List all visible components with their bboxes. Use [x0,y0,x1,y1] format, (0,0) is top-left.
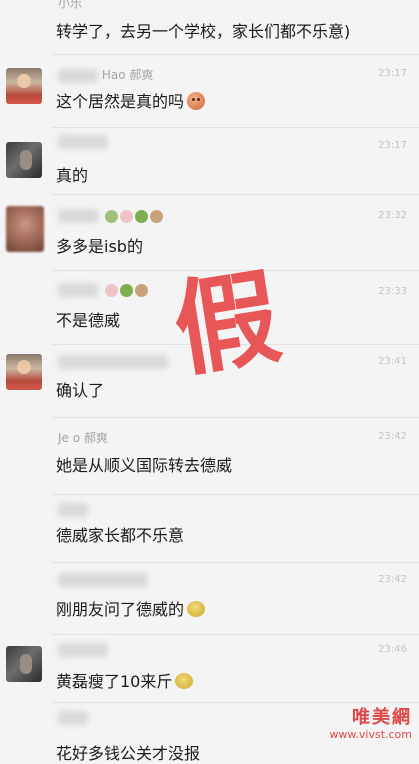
blurred-name [58,354,168,369]
monkey-icon [134,283,148,297]
watermark-title: 唯美網 [352,707,412,728]
timestamp: 23:42 [378,574,407,585]
message-text-content: 刚朋友问了德威的 [56,600,185,619]
message-text: 她是从顺义国际转去德威 [56,456,233,475]
blurred-name [58,68,98,83]
sender-name [58,282,150,297]
animal-emoji-group [104,283,150,297]
timestamp: 23:17 [378,140,407,151]
pig-icon [119,209,133,223]
sender-name [58,572,148,587]
money-bag-icon [175,673,194,689]
money-bag-icon [187,601,206,617]
divider [52,54,419,55]
divider [52,562,419,563]
blurred-name [58,642,108,657]
message-text: 真的 [56,166,89,185]
message-text: 刚朋友问了德威的 [56,596,206,620]
timestamp: 23:33 [378,286,407,297]
sender-name-text: Hao 郝爽 [101,68,154,82]
message-text: 确认了 [56,381,105,400]
site-watermark: 唯美網 www.vivst.com [282,703,412,741]
divider [52,634,419,635]
watermark-url: www.vivst.com [329,728,412,741]
message-text: 黄磊瘦了10来斤 [56,668,194,692]
frog-icon [119,283,133,297]
avatar[interactable] [6,354,42,390]
pig-icon [104,283,118,297]
sender-name [58,134,108,149]
sender-name-text: Je o 郝爽 [58,431,108,445]
sender-name: Je o 郝爽 [58,429,108,446]
avatar[interactable] [6,206,44,252]
timestamp: 23:41 [378,356,407,367]
sender-name [58,502,88,517]
sender-name [58,208,165,223]
divider [52,194,419,195]
message-text: 多多是isb的 [56,237,143,256]
avatar[interactable] [6,142,42,178]
frog-icon [134,209,148,223]
avatar[interactable] [6,68,42,104]
message-text-content: 这个居然是真的吗 [56,92,185,111]
message-text-content: 黄磊瘦了10来斤 [56,672,173,691]
blurred-name [58,208,98,223]
fake-stamp: 假 [165,255,284,393]
divider [52,127,419,128]
timestamp: 23:32 [378,210,407,221]
message-text: 这个居然是真的吗 [56,88,206,112]
cat-icon [104,209,118,223]
blurred-name [58,134,108,149]
monkey-icon [149,209,163,223]
blurred-name [58,710,88,725]
sender-name: 小乐 [58,0,83,10]
sender-name: Hao 郝爽 [58,66,153,83]
sender-name [58,354,168,369]
blurred-name [58,502,88,517]
message-text: 德威家长都不乐意 [56,526,185,545]
blush-face-icon [187,92,206,110]
blurred-name [58,572,148,587]
timestamp: 23:46 [378,644,407,655]
animal-emoji-group [104,209,165,223]
message-text: 转学了，去另一个学校，家长们都不乐意) [56,22,351,41]
avatar[interactable] [6,646,42,682]
sender-name [58,642,108,657]
message-text: 花好多钱公关才没报 [56,744,201,763]
message-text: 不是德威 [56,311,121,330]
sender-name [58,710,88,725]
timestamp: 23:42 [378,431,407,442]
timestamp: 23:17 [378,68,407,79]
blurred-name [58,282,98,297]
divider [52,494,419,495]
divider [52,417,419,418]
